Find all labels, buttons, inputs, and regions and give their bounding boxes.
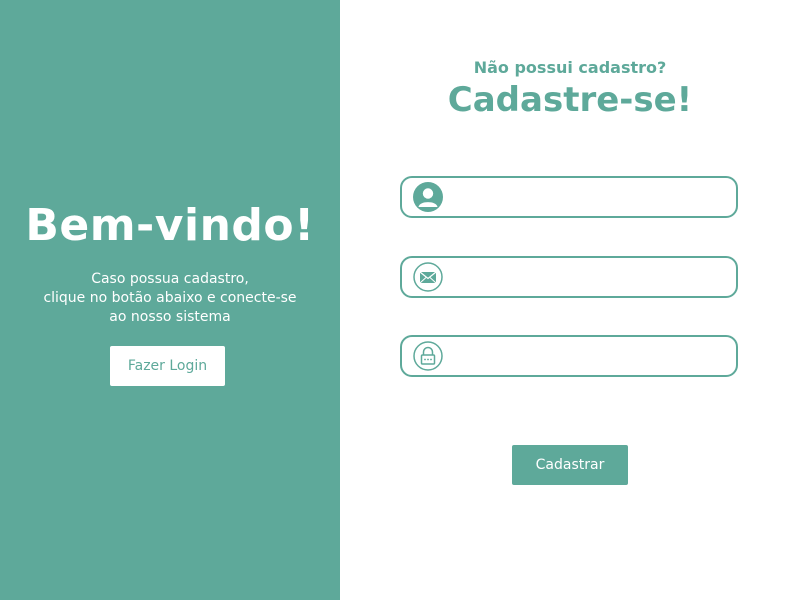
password-input[interactable]	[452, 341, 728, 373]
lock-icon	[413, 341, 443, 371]
welcome-text: Caso possua cadastro, clique no botão ab…	[0, 270, 340, 327]
password-field[interactable]	[400, 335, 738, 377]
signup-question: Não possui cadastro?	[473, 58, 667, 77]
login-button[interactable]: Fazer Login	[110, 346, 225, 386]
envelope-icon	[413, 262, 443, 292]
welcome-panel: Bem-vindo! Caso possua cadastro, clique …	[0, 0, 340, 600]
email-input[interactable]	[452, 262, 728, 294]
welcome-text-line: clique no botão abaixo e conecte-se	[43, 290, 297, 306]
email-field[interactable]	[400, 256, 738, 298]
user-icon	[413, 182, 443, 212]
name-field[interactable]	[400, 176, 738, 218]
name-input[interactable]	[452, 182, 728, 214]
signup-title: Cadastre-se!	[447, 80, 693, 120]
welcome-text-line: ao nosso sistema	[109, 309, 231, 325]
welcome-text-line: Caso possua cadastro,	[91, 271, 249, 287]
welcome-title: Bem-vindo!	[25, 200, 315, 251]
signup-button[interactable]: Cadastrar	[512, 445, 628, 485]
signup-panel: Não possui cadastro? Cadastre-se! Cadast…	[340, 0, 800, 600]
